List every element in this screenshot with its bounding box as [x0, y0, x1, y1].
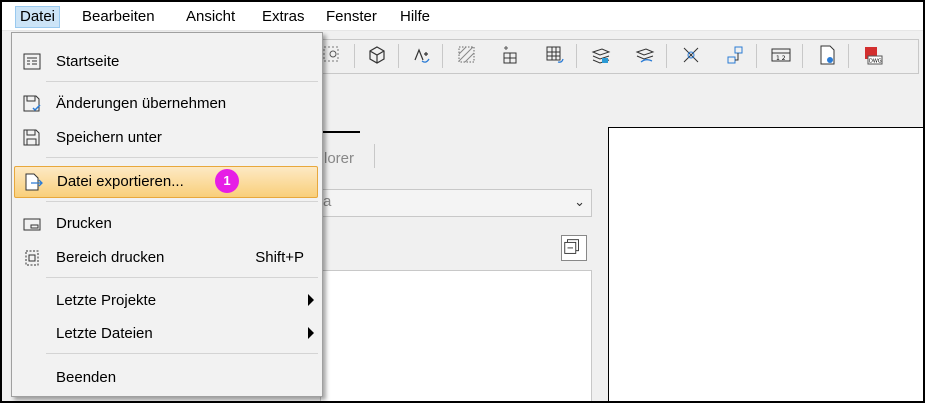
chevron-down-icon: ⌄: [574, 194, 585, 209]
menu-item-datei-exportieren[interactable]: Datei exportieren...: [14, 166, 318, 198]
home-page-icon: [23, 53, 41, 70]
layers-edit-icon[interactable]: [632, 42, 658, 68]
menu-item-label: Bereich drucken: [56, 249, 165, 266]
project-tree[interactable]: [320, 270, 592, 401]
menu-item-drucken[interactable]: Drucken: [14, 209, 320, 239]
collapse-all-button[interactable]: [561, 235, 587, 261]
dimension-measure-icon[interactable]: 1 2: [768, 42, 794, 68]
menu-item-startseite[interactable]: Startseite: [14, 47, 320, 77]
menu-item-speichern-unter[interactable]: Speichern unter: [14, 123, 320, 153]
tab-indicator: [320, 131, 360, 133]
drawing-canvas[interactable]: [608, 127, 923, 401]
dropdown-value: a: [323, 193, 332, 210]
menu-item-label: Letzte Projekte: [56, 292, 157, 309]
collapse-icon: [564, 239, 579, 254]
menu-item-label: Startseite: [56, 53, 120, 70]
zoom-region-icon[interactable]: [320, 42, 346, 68]
menu-item-aenderungen-uebernehmen[interactable]: Änderungen übernehmen: [14, 89, 320, 119]
menu-bearbeiten[interactable]: Bearbeiten: [78, 7, 159, 27]
export-file-icon: [25, 173, 43, 191]
hatch-pattern-icon[interactable]: [454, 42, 480, 68]
layers-stack-icon[interactable]: [588, 42, 614, 68]
menu-item-label: Letzte Dateien: [56, 325, 153, 342]
svg-text:DWG: DWG: [869, 59, 882, 65]
menu-item-letzte-dateien[interactable]: Letzte Dateien: [14, 319, 320, 349]
menu-extras[interactable]: Extras: [258, 7, 309, 27]
connect-nodes-icon[interactable]: [722, 42, 748, 68]
print-area-icon: [25, 250, 39, 266]
tab-explorer-label[interactable]: lorer: [324, 150, 354, 167]
submenu-arrow-icon: [308, 327, 314, 339]
file-menu: Startseite Änderungen übernehmen Speiche…: [11, 32, 323, 397]
menu-bar: Datei Bearbeiten Ansicht Extras Fenster …: [2, 2, 923, 31]
menu-item-label: Drucken: [56, 215, 112, 232]
table-refresh-icon[interactable]: [542, 42, 568, 68]
step-badge: 1: [215, 169, 239, 193]
menu-item-label: Speichern unter: [56, 129, 162, 146]
menu-item-beenden[interactable]: Beenden: [14, 363, 320, 393]
tab-divider: [374, 144, 375, 168]
save-as-icon: [23, 129, 40, 146]
menu-item-label: Änderungen übernehmen: [56, 95, 227, 112]
menu-item-label: Datei exportieren...: [57, 173, 184, 190]
menu-ansicht[interactable]: Ansicht: [182, 7, 239, 27]
menu-item-letzte-projekte[interactable]: Letzte Projekte: [14, 286, 320, 316]
panel-dropdown[interactable]: a ⌄: [320, 189, 592, 217]
svg-text:1 2: 1 2: [776, 55, 786, 62]
menu-item-shortcut: Shift+P: [255, 249, 304, 266]
application-window: Datei Bearbeiten Ansicht Extras Fenster …: [0, 0, 925, 403]
print-icon: [23, 218, 41, 231]
submenu-arrow-icon: [308, 294, 314, 306]
grid-table-icon[interactable]: [498, 42, 524, 68]
page-settings-icon[interactable]: [814, 42, 840, 68]
3d-cube-icon[interactable]: [364, 42, 390, 68]
menu-fenster[interactable]: Fenster: [322, 7, 381, 27]
save-changes-icon: [23, 95, 41, 112]
intersection-icon[interactable]: [678, 42, 704, 68]
menu-item-bereich-drucken[interactable]: Bereich drucken Shift+P: [14, 243, 320, 273]
menu-datei[interactable]: Datei: [15, 6, 61, 28]
menu-item-label: Beenden: [56, 369, 117, 386]
transform-icon[interactable]: [408, 42, 434, 68]
menu-hilfe[interactable]: Hilfe: [396, 7, 434, 27]
dwg-export-icon[interactable]: DWG: [860, 42, 886, 68]
